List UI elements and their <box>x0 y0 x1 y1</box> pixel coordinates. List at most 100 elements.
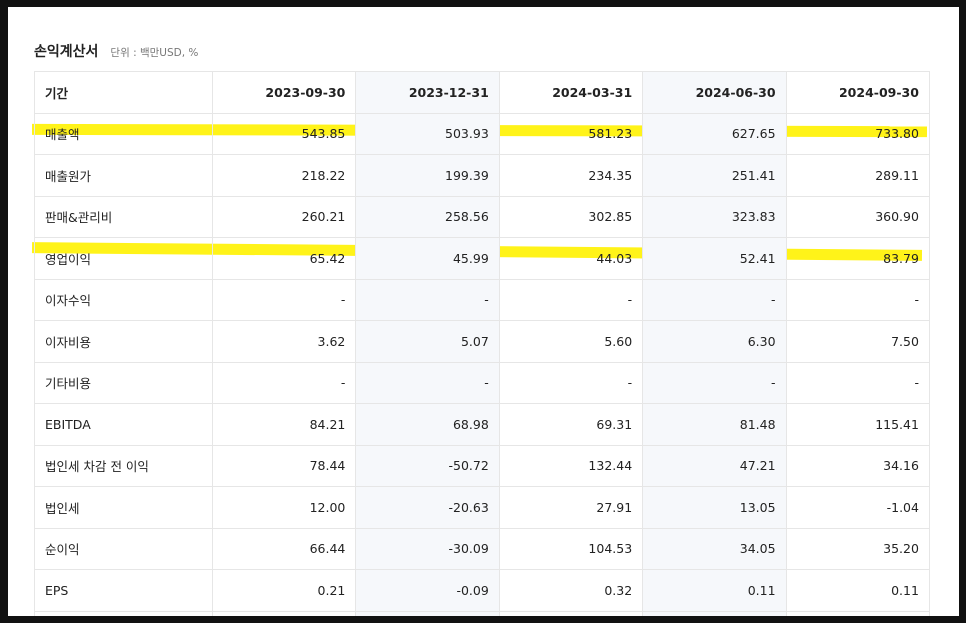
value-cell: 78.44 <box>211 444 357 487</box>
value-cell: 251.41 <box>642 154 787 197</box>
row-label: 이자수익 <box>34 278 213 321</box>
value-cell: 34.16 <box>785 444 930 487</box>
value-cell: 84.21 <box>211 403 357 446</box>
value-cell: 115.41 <box>785 403 930 446</box>
value-cell: 5.07 <box>355 320 500 363</box>
value-cell: 360.90 <box>785 195 930 238</box>
value-cell: 66.44 <box>211 527 357 570</box>
value-cell: 0.11 <box>642 569 787 612</box>
value-cell: 7.50 <box>785 320 930 363</box>
row-label: 순이익 <box>34 527 213 570</box>
period-column-header: 2023-09-30 <box>211 71 357 114</box>
table-row: 법인세 12.00 -20.63 27.91 13.05 -1.04 <box>34 486 930 529</box>
value-cell: 733.80 <box>785 112 930 155</box>
value-cell: 27.91 <box>498 486 644 529</box>
value-cell: - <box>642 361 787 404</box>
row-label: 영업이익 <box>34 237 213 280</box>
value-cell: - <box>642 278 787 321</box>
row-label <box>34 610 213 616</box>
section-title: 손익계산서 <box>34 44 99 60</box>
table-row: 판매&관리비 260.21 258.56 302.85 323.83 360.90 <box>34 195 930 238</box>
value-cell: 52.41 <box>642 237 787 280</box>
value-cell <box>785 610 930 616</box>
value-cell: - <box>498 278 644 321</box>
value-cell: -50.72 <box>355 444 500 487</box>
table-row: 매출원가 218.22 199.39 234.35 251.41 289.11 <box>34 154 930 197</box>
value-cell: - <box>211 278 357 321</box>
table-row: 기타비용 - - - - - <box>34 361 930 404</box>
period-column-header: 2024-09-30 <box>785 71 930 114</box>
row-label: 매출액 <box>34 112 213 155</box>
value-cell: 503.93 <box>355 112 500 155</box>
value-cell: 289.11 <box>785 154 930 197</box>
value-cell: 68.98 <box>355 403 500 446</box>
value-cell: 35.20 <box>785 527 930 570</box>
value-cell: -0.09 <box>355 569 500 612</box>
value-cell: - <box>785 278 930 321</box>
row-label: 매출원가 <box>34 154 213 197</box>
table-row: 순이익 66.44 -30.09 104.53 34.05 35.20 <box>34 527 930 570</box>
value-cell: 199.39 <box>355 154 500 197</box>
value-cell: 83.79 <box>785 237 930 280</box>
period-column-header: 2023-12-31 <box>355 71 500 114</box>
value-cell: 302.85 <box>498 195 644 238</box>
value-cell <box>498 610 644 616</box>
value-cell: - <box>498 361 644 404</box>
value-cell: 627.65 <box>642 112 787 155</box>
value-cell: 81.48 <box>642 403 787 446</box>
value-cell: 260.21 <box>211 195 357 238</box>
row-label: 법인세 차감 전 이익 <box>34 444 213 487</box>
value-cell: 132.44 <box>498 444 644 487</box>
value-cell <box>642 610 787 616</box>
income-statement-table: 기간 2023-09-30 2023-12-31 2024-03-31 2024… <box>34 71 930 616</box>
table-row: 영업이익 65.42 45.99 44.03 52.41 83.79 <box>34 237 930 280</box>
row-label: EPS <box>34 569 213 612</box>
value-cell: 45.99 <box>355 237 500 280</box>
value-cell: 543.85 <box>211 112 357 155</box>
value-cell: -20.63 <box>355 486 500 529</box>
table-row: 매출액 543.85 503.93 581.23 627.65 733.80 <box>34 112 930 155</box>
value-cell: 104.53 <box>498 527 644 570</box>
value-cell: 0.32 <box>498 569 644 612</box>
value-cell <box>211 610 357 616</box>
row-label: 판매&관리비 <box>34 195 213 238</box>
value-cell: 581.23 <box>498 112 644 155</box>
table-row: EBITDA 84.21 68.98 69.31 81.48 115.41 <box>34 403 930 446</box>
value-cell: - <box>355 278 500 321</box>
value-cell: -30.09 <box>355 527 500 570</box>
row-label: 법인세 <box>34 486 213 529</box>
row-label: 이자비용 <box>34 320 213 363</box>
value-cell: 13.05 <box>642 486 787 529</box>
table-header-row: 기간 2023-09-30 2023-12-31 2024-03-31 2024… <box>34 71 930 114</box>
period-column-header: 2024-06-30 <box>642 71 787 114</box>
table-row: 이자수익 - - - - - <box>34 278 930 321</box>
value-cell: - <box>355 361 500 404</box>
income-statement-panel: 손익계산서 단위 : 백만USD, % 기간 2023-09-30 2023-1… <box>8 7 959 616</box>
value-cell: 3.62 <box>211 320 357 363</box>
value-cell: 6.30 <box>642 320 787 363</box>
value-cell: 44.03 <box>498 237 644 280</box>
value-cell: 0.11 <box>785 569 930 612</box>
row-label: 기타비용 <box>34 361 213 404</box>
table-row: 이자비용 3.62 5.07 5.60 6.30 7.50 <box>34 320 930 363</box>
value-cell: 69.31 <box>498 403 644 446</box>
period-column-header: 2024-03-31 <box>498 71 644 114</box>
value-cell: 65.42 <box>211 237 357 280</box>
value-cell: 0.21 <box>211 569 357 612</box>
row-label: EBITDA <box>34 403 213 446</box>
table-row: 법인세 차감 전 이익 78.44 -50.72 132.44 47.21 34.16 <box>34 444 930 487</box>
table-row: EPS 0.21 -0.09 0.32 0.11 0.11 <box>34 569 930 612</box>
value-cell: - <box>785 361 930 404</box>
section-header: 손익계산서 단위 : 백만USD, % <box>34 41 198 61</box>
value-cell: 234.35 <box>498 154 644 197</box>
value-cell <box>355 610 500 616</box>
value-cell: 258.56 <box>355 195 500 238</box>
period-header: 기간 <box>34 71 213 114</box>
value-cell: 12.00 <box>211 486 357 529</box>
value-cell: 5.60 <box>498 320 644 363</box>
value-cell: -1.04 <box>785 486 930 529</box>
value-cell: 34.05 <box>642 527 787 570</box>
value-cell: 47.21 <box>642 444 787 487</box>
value-cell: 218.22 <box>211 154 357 197</box>
value-cell: 323.83 <box>642 195 787 238</box>
